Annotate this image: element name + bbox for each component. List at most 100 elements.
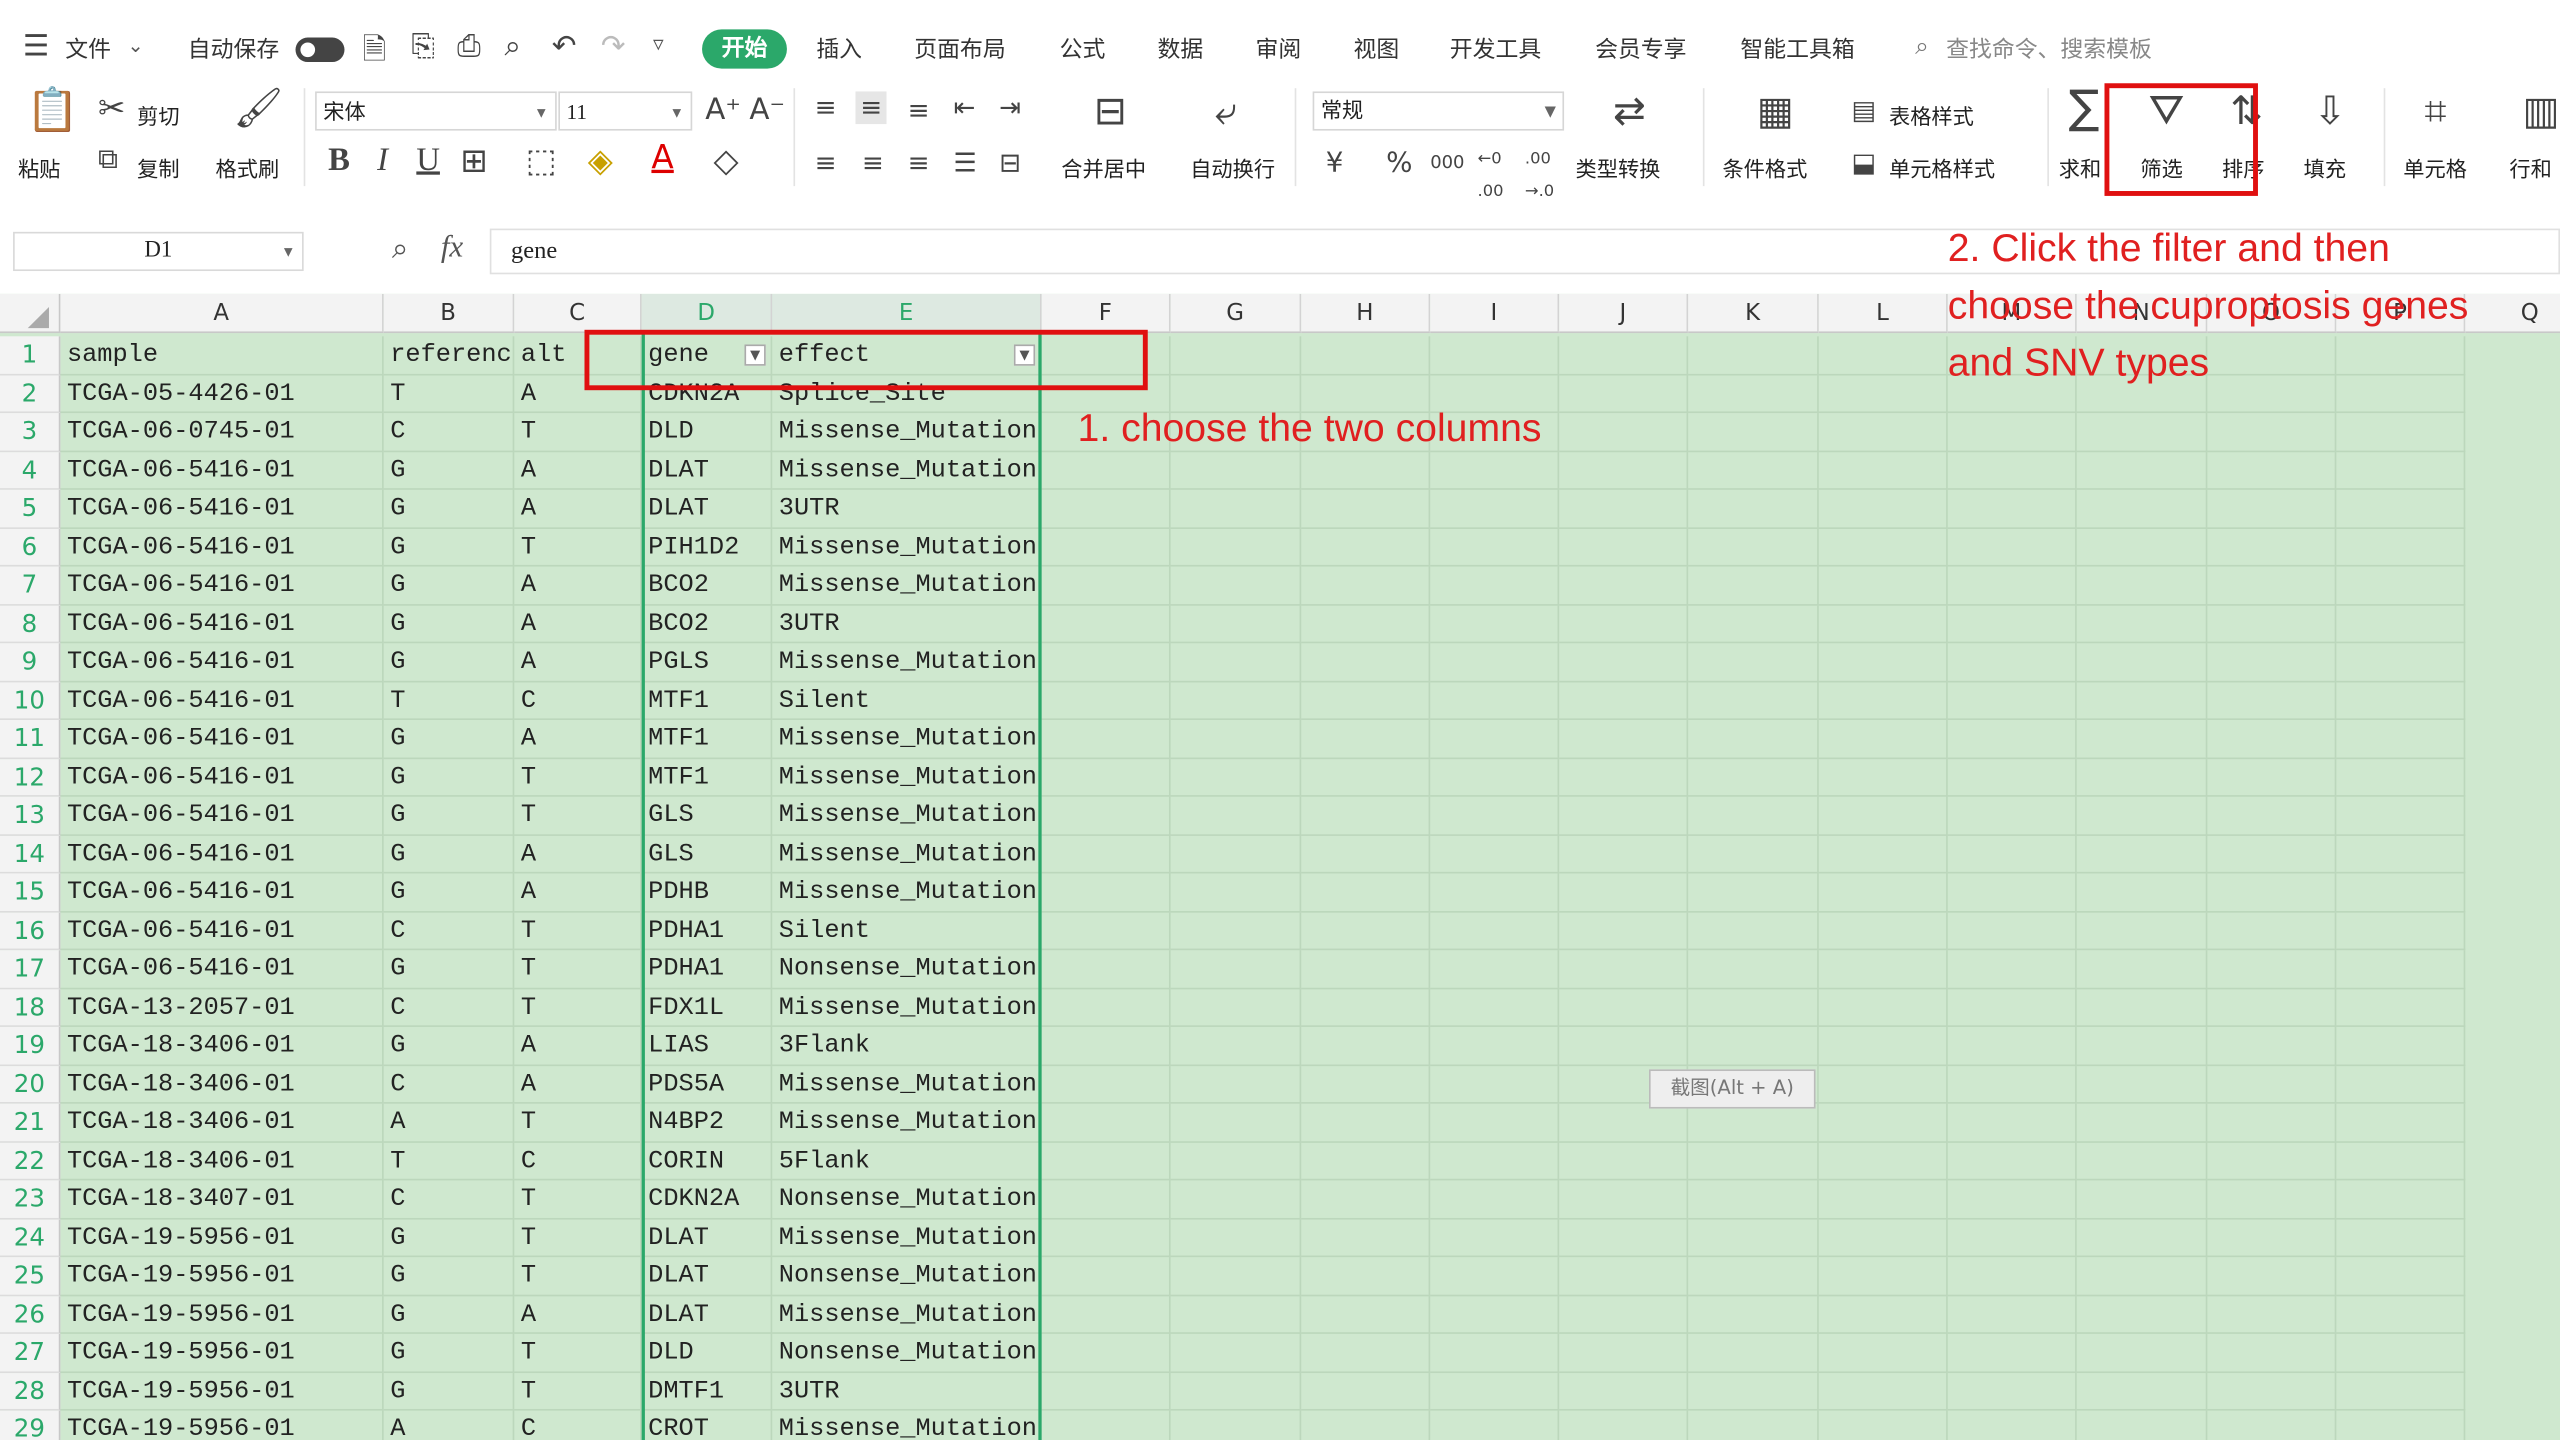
- table-cell[interactable]: [1688, 1257, 1819, 1296]
- table-cell[interactable]: [1947, 758, 2077, 797]
- chevron-down-icon[interactable]: ⌄: [127, 34, 143, 57]
- table-cell[interactable]: T: [514, 988, 642, 1027]
- tab-member[interactable]: 会员专享: [1595, 33, 1686, 66]
- table-cell[interactable]: [1430, 1180, 1560, 1219]
- table-cell[interactable]: [1041, 604, 1171, 644]
- table-cell[interactable]: [1818, 1142, 1948, 1181]
- table-cell[interactable]: [2207, 566, 2337, 605]
- table-cell[interactable]: [2336, 566, 2466, 605]
- row-header[interactable]: 14: [0, 835, 61, 874]
- table-cell[interactable]: T: [514, 950, 642, 989]
- table-cell[interactable]: [1818, 1218, 1948, 1258]
- table-cell[interactable]: TCGA-06-5416-01: [60, 528, 384, 567]
- table-cell[interactable]: [2207, 1372, 2337, 1411]
- table-cell[interactable]: [2076, 835, 2208, 874]
- table-cell[interactable]: [2076, 1372, 2208, 1411]
- row-header[interactable]: 20: [0, 1065, 61, 1104]
- table-cell[interactable]: A: [514, 835, 642, 874]
- print-preview-icon[interactable]: ⌕: [504, 29, 520, 63]
- table-cell[interactable]: TCGA-18-3406-01: [60, 1065, 384, 1104]
- table-cell[interactable]: G: [383, 566, 515, 605]
- column-header-l[interactable]: L: [1818, 293, 1948, 334]
- table-cell[interactable]: [1430, 451, 1560, 490]
- table-cell[interactable]: [1170, 1103, 1302, 1143]
- sort-icon[interactable]: ⇅: [2230, 91, 2263, 130]
- row-header[interactable]: 21: [0, 1103, 61, 1143]
- table-cell[interactable]: [1688, 719, 1819, 759]
- table-cell[interactable]: [1559, 1180, 1689, 1219]
- row-header[interactable]: 18: [0, 988, 61, 1027]
- table-cell[interactable]: [1688, 451, 1819, 490]
- table-cell[interactable]: [1301, 988, 1431, 1027]
- table-cell[interactable]: [1688, 1218, 1819, 1258]
- column-header-h[interactable]: H: [1301, 293, 1431, 334]
- table-cell[interactable]: TCGA-06-5416-01: [60, 719, 384, 759]
- table-cell[interactable]: G: [383, 796, 515, 836]
- align-left-icon[interactable]: ≡: [815, 147, 837, 180]
- row-header[interactable]: 19: [0, 1026, 61, 1066]
- table-cell[interactable]: T: [514, 911, 642, 951]
- table-cell[interactable]: [2336, 643, 2466, 682]
- table-cell[interactable]: [1170, 835, 1302, 874]
- row-header[interactable]: 26: [0, 1295, 61, 1334]
- table-cell[interactable]: [2336, 719, 2466, 759]
- row-header[interactable]: 1: [0, 336, 61, 375]
- table-cell[interactable]: [1818, 681, 1948, 720]
- column-header-b[interactable]: B: [383, 293, 515, 334]
- tab-developer[interactable]: 开发工具: [1450, 33, 1541, 66]
- table-cell[interactable]: [1430, 1026, 1560, 1066]
- table-cell[interactable]: TCGA-19-5956-01: [60, 1257, 384, 1296]
- row-header[interactable]: 6: [0, 528, 61, 567]
- autosave-toggle[interactable]: [295, 37, 345, 63]
- table-cell[interactable]: [2336, 1142, 2466, 1181]
- table-cell[interactable]: [1170, 566, 1302, 605]
- column-header-q[interactable]: Q: [2465, 293, 2560, 334]
- row-header[interactable]: 3: [0, 413, 61, 452]
- column-header-a[interactable]: A: [60, 293, 384, 334]
- table-cell[interactable]: TCGA-18-3407-01: [60, 1180, 384, 1219]
- table-cell[interactable]: [1170, 1180, 1302, 1219]
- increase-font-icon[interactable]: A⁺: [705, 94, 741, 128]
- table-cell[interactable]: [1559, 988, 1689, 1027]
- table-cell[interactable]: [1559, 1333, 1689, 1373]
- table-cell[interactable]: [2076, 950, 2208, 989]
- table-cell[interactable]: [1430, 1257, 1560, 1296]
- table-cell[interactable]: [1430, 1372, 1560, 1411]
- table-cell[interactable]: [2336, 1218, 2466, 1258]
- table-cell[interactable]: TCGA-18-3406-01: [60, 1026, 384, 1066]
- table-cell[interactable]: [2336, 1333, 2466, 1373]
- table-cell[interactable]: [1818, 796, 1948, 836]
- table-cell[interactable]: A: [514, 374, 642, 414]
- distribute-icon[interactable]: ⊟: [999, 147, 1021, 180]
- cell-style-icon[interactable]: ⬓: [1851, 147, 1876, 180]
- table-cell[interactable]: [1041, 1295, 1171, 1334]
- table-cell[interactable]: [2336, 988, 2466, 1027]
- table-cell[interactable]: [2336, 758, 2466, 797]
- table-cell[interactable]: [1170, 1372, 1302, 1411]
- table-cell[interactable]: A: [514, 873, 642, 912]
- table-cell[interactable]: [1818, 835, 1948, 874]
- table-cell[interactable]: [1041, 911, 1171, 951]
- table-cell[interactable]: [1559, 719, 1689, 759]
- table-cell[interactable]: TCGA-05-4426-01: [60, 374, 384, 414]
- row-header[interactable]: 11: [0, 719, 61, 759]
- table-cell[interactable]: [1688, 489, 1819, 529]
- increase-decimal-icon[interactable]: ←0.00: [1478, 144, 1504, 209]
- tab-review[interactable]: 审阅: [1256, 33, 1302, 66]
- table-cell[interactable]: [1818, 1026, 1948, 1066]
- percent-icon[interactable]: %: [1386, 147, 1412, 180]
- fx-label[interactable]: fx: [441, 230, 463, 266]
- table-cell[interactable]: [1430, 911, 1560, 951]
- table-cell[interactable]: [1818, 413, 1948, 452]
- table-cell[interactable]: [1170, 604, 1302, 644]
- table-cell[interactable]: [2207, 796, 2337, 836]
- table-cell[interactable]: [1947, 1333, 2077, 1373]
- table-cell[interactable]: [1430, 1218, 1560, 1258]
- row-header[interactable]: 27: [0, 1333, 61, 1373]
- table-cell[interactable]: TCGA-06-5416-01: [60, 796, 384, 836]
- table-cell[interactable]: [1688, 566, 1819, 605]
- table-cell[interactable]: [1688, 1333, 1819, 1373]
- table-cell[interactable]: [1041, 1180, 1171, 1219]
- table-cell[interactable]: [1559, 758, 1689, 797]
- table-cell[interactable]: TCGA-13-2057-01: [60, 988, 384, 1027]
